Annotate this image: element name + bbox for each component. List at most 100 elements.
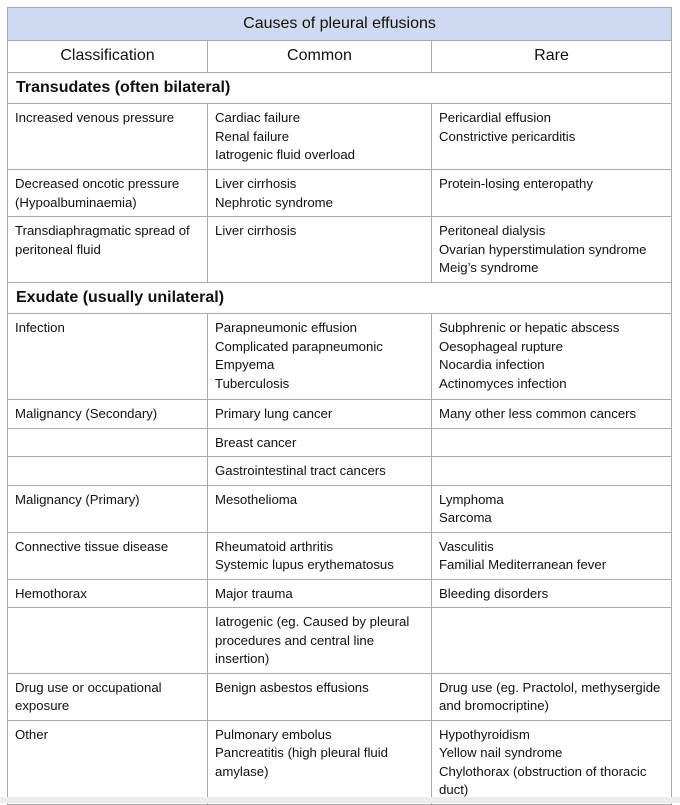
table-title: Causes of pleural effusions (6, 7, 673, 41)
classification-text: Malignancy (Primary) (15, 491, 140, 507)
table-row: Gastrointestinal tract cancers (7, 456, 673, 486)
common-cause: Liver cirrhosis (215, 176, 297, 191)
classification-cell: Drug use or occupational exposure (7, 672, 208, 721)
classification-cell (7, 456, 208, 486)
table-body: Transudates (often bilateral) Increased v… (6, 72, 673, 805)
rare-cell (430, 607, 673, 674)
table-row: Other Pulmonary embolus Pancreatitis (high… (7, 719, 673, 805)
common-cell: Benign asbestos effusions (207, 672, 432, 721)
common-cause: Renal failure (215, 128, 290, 144)
classification-cell: Increased venous pressure (7, 103, 208, 170)
table-row: Malignancy (Primary) Mesothelioma Lymphoma… (7, 484, 673, 533)
table-row: Breast cancer (7, 427, 673, 457)
rare-cause: Many other less common cancers (439, 406, 637, 421)
column-header-classification: Classification (7, 40, 208, 73)
rare-cell (430, 427, 673, 457)
classification-cell: Malignancy (Primary) (7, 484, 208, 533)
rare-cause: Hypothyroidism (439, 726, 530, 742)
classification-text: Hemothorax (15, 585, 87, 601)
classification-cell: Infection (7, 313, 208, 400)
common-cell: Liver cirrhosis Nephrotic syndrome (207, 169, 432, 217)
classification-text: Other (15, 726, 48, 742)
rare-cell: Hypothyroidism Yellow nail syndrome Chylot… (430, 719, 673, 805)
section-heading: Transudates (often bilateral) (6, 72, 673, 104)
rare-cause: Meig’s syndrome (439, 260, 539, 275)
rare-cause: Ovarian hyperstimulation syndrome (439, 241, 647, 257)
column-header-rare: Rare (430, 40, 673, 73)
common-cell: Cardiac failure Renal failure Iatrogenic f… (207, 103, 432, 170)
rare-cell: Pericardial effusion Constrictive pericar… (430, 103, 673, 170)
common-cell: Pulmonary embolus Pancreatitis (high pleu… (207, 719, 432, 805)
rare-cause: Drug use (eg. Practolol, methysergide an… (439, 679, 661, 714)
classification-text: Decreased oncotic pressure (Hypoalbumina… (15, 176, 180, 210)
common-cause: Rheumatoid arthritis (215, 538, 334, 554)
table-row: Connective tissue disease Rheumatoid arth… (7, 531, 673, 580)
rare-cause: Yellow nail syndrome (439, 745, 563, 760)
column-header-common: Common (207, 40, 432, 73)
rare-cell: Protein-losing enteropathy (430, 169, 673, 217)
pleural-effusions-table: Causes of pleural effusions Classificati… (6, 7, 673, 805)
classification-text: Transdiaphragmatic spread of peritoneal … (15, 223, 190, 257)
common-cause: Primary lung cancer (215, 406, 333, 421)
rare-cause: Subphrenic or hepatic abscess (439, 320, 620, 335)
common-cell: Gastrointestinal tract cancers (207, 456, 432, 486)
common-cause: Iatrogenic fluid overload (215, 147, 356, 162)
common-cell: Liver cirrhosis (207, 216, 432, 283)
section-heading: Exudate (usually unilateral) (6, 282, 673, 314)
section-row: Transudates (often bilateral) (6, 72, 673, 104)
column-header-row: Classification Common Rare (7, 40, 673, 73)
section-row: Exudate (usually unilateral) (6, 282, 673, 314)
rare-cause: Oesophageal rupture (439, 338, 563, 354)
rare-cell: Peritoneal dialysis Ovarian hyperstimulat… (430, 216, 673, 283)
common-cause: Major trauma (215, 585, 293, 601)
classification-text: Infection (15, 320, 65, 335)
classification-cell: Decreased oncotic pressure (Hypoalbumina… (7, 169, 208, 217)
rare-cause: Peritoneal dialysis (439, 223, 546, 238)
common-cause: Breast cancer (215, 434, 297, 450)
common-cause: Gastrointestinal tract cancers (215, 463, 386, 478)
rare-cause: Lymphoma (439, 491, 504, 507)
classification-text: Increased venous pressure (15, 110, 175, 125)
common-cause: Benign asbestos effusions (215, 679, 369, 695)
rare-cause: Chylothorax (obstruction of thoracic duc… (439, 763, 647, 798)
common-cell: Parapneumonic effusion Complicated parapn… (207, 313, 432, 400)
classification-cell: Transdiaphragmatic spread of peritoneal … (7, 216, 208, 283)
table-row: Malignancy (Secondary) Primary lung cance… (7, 399, 673, 429)
rare-cause: Protein-losing enteropathy (439, 176, 593, 191)
table-row: Iatrogenic (eg. Caused by pleural proced… (7, 607, 673, 674)
rare-cell: Lymphoma Sarcoma (430, 484, 673, 533)
common-cell: Iatrogenic (eg. Caused by pleural proced… (207, 607, 432, 674)
rare-cause: Vasculitis (439, 538, 494, 554)
classification-cell: Malignancy (Secondary) (7, 399, 208, 429)
rare-cell: Drug use (eg. Practolol, methysergide an… (430, 672, 673, 721)
common-cause: Nephrotic syndrome (215, 194, 334, 210)
rare-cause: Bleeding disorders (439, 585, 549, 601)
rare-cell (430, 456, 673, 486)
rare-cell: Vasculitis Familial Mediterranean fever (430, 531, 673, 580)
common-cell: Rheumatoid arthritis Systemic lupus eryth… (207, 531, 432, 580)
common-cause: Iatrogenic (eg. Caused by pleural proced… (215, 614, 410, 666)
common-cell: Mesothelioma (207, 484, 432, 533)
common-cause: Empyema (215, 357, 275, 372)
rare-cause: Nocardia infection (439, 357, 545, 372)
page-bottom-shadow (0, 797, 680, 803)
rare-cause: Actinomyces infection (439, 375, 567, 391)
common-cell: Major trauma (207, 578, 432, 608)
rare-cell: Many other less common cancers (430, 399, 673, 429)
title-row: Causes of pleural effusions (6, 7, 673, 41)
classification-cell: Connective tissue disease (7, 531, 208, 580)
common-cause: Parapneumonic effusion (215, 320, 357, 335)
common-cause: Liver cirrhosis (215, 223, 297, 238)
common-cause: Pulmonary embolus (215, 726, 332, 742)
common-cause: Complicated parapneumonic (215, 338, 383, 354)
rare-cell: Bleeding disorders (430, 578, 673, 608)
common-cause: Systemic lupus erythematosus (215, 557, 394, 572)
classification-text: Connective tissue disease (15, 538, 169, 554)
classification-text: Drug use or occupational exposure (15, 679, 162, 714)
rare-cause: Pericardial effusion (439, 110, 551, 125)
classification-cell: Hemothorax (7, 578, 208, 608)
common-cause: Tuberculosis (215, 375, 290, 391)
table-row: Hemothorax Major trauma Bleeding disorders (7, 578, 673, 608)
common-cause: Cardiac failure (215, 110, 301, 125)
common-cause: Mesothelioma (215, 491, 298, 507)
